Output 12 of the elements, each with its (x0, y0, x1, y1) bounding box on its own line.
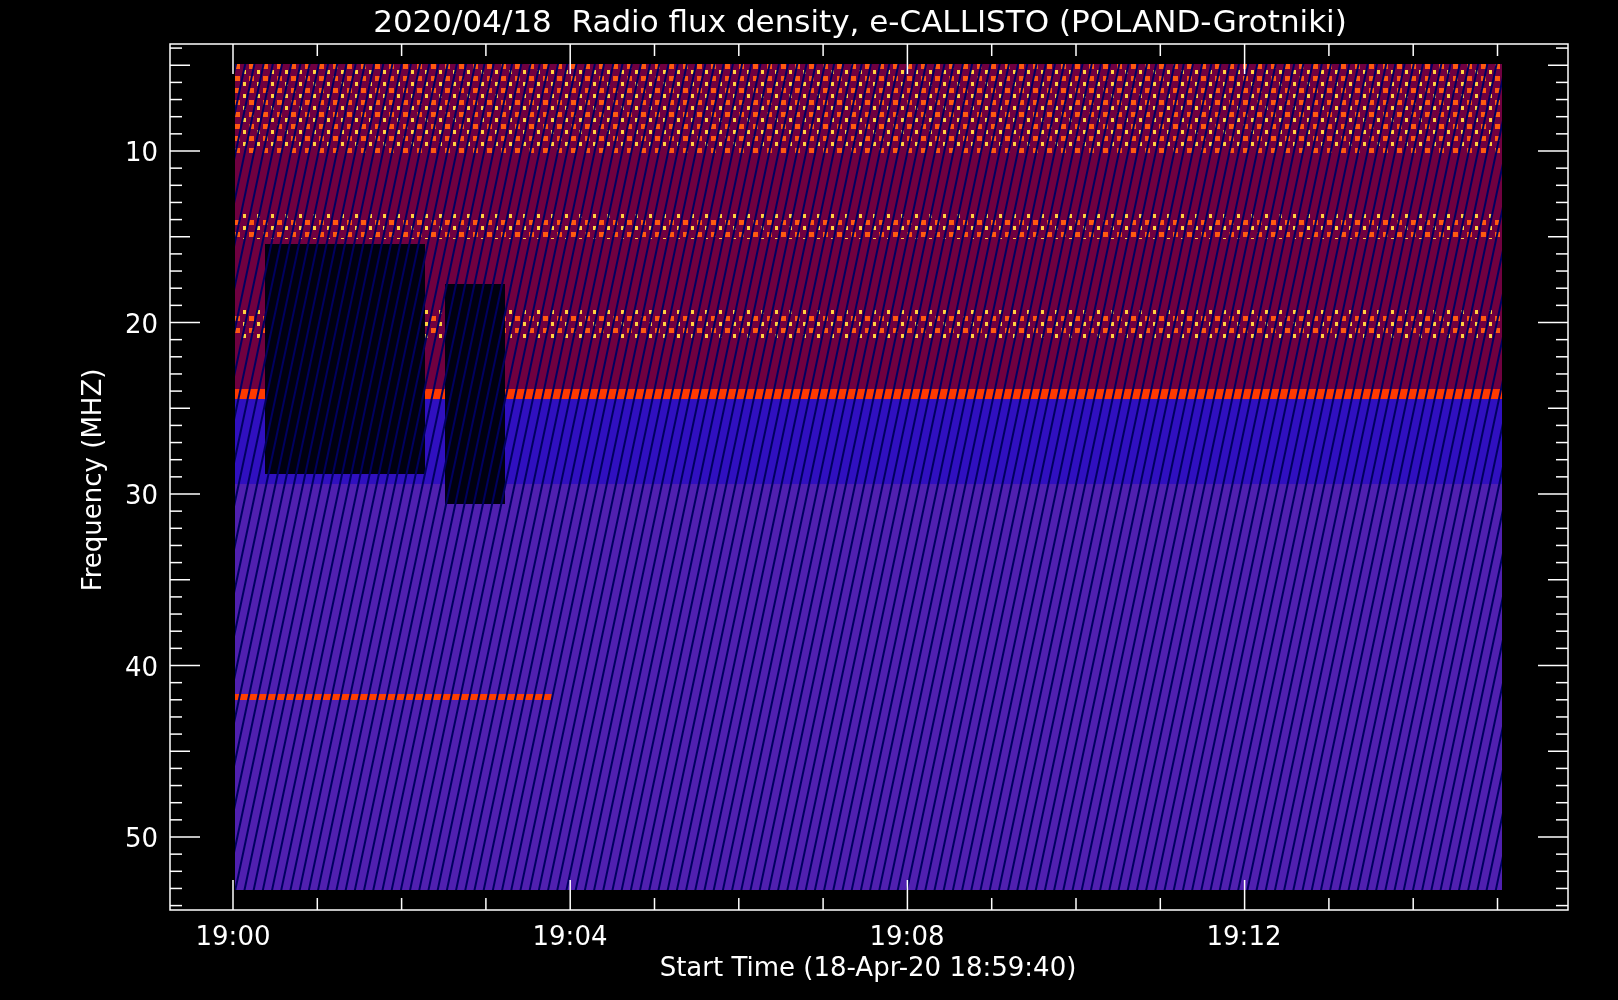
tick-label: 40 (124, 651, 158, 682)
tick-label: 30 (124, 480, 158, 510)
tick-label: 19:08 (869, 921, 945, 951)
axis-title: Start Time (18-Apr-20 18:59:40) (659, 952, 1077, 982)
tick-label: 50 (124, 823, 158, 853)
tick-label: 10 (124, 137, 158, 167)
axis-title: Frequency (MHZ) (77, 368, 107, 592)
tick-label: 20 (124, 308, 158, 339)
tick-label: 19:12 (1206, 921, 1282, 951)
tick-label: 19:00 (195, 921, 271, 951)
tick-label: 19:04 (532, 921, 608, 951)
chart-title: 2020/04/18 Radio flux density, e-CALLISTO (POLAND-Grotniki) (373, 3, 1347, 39)
